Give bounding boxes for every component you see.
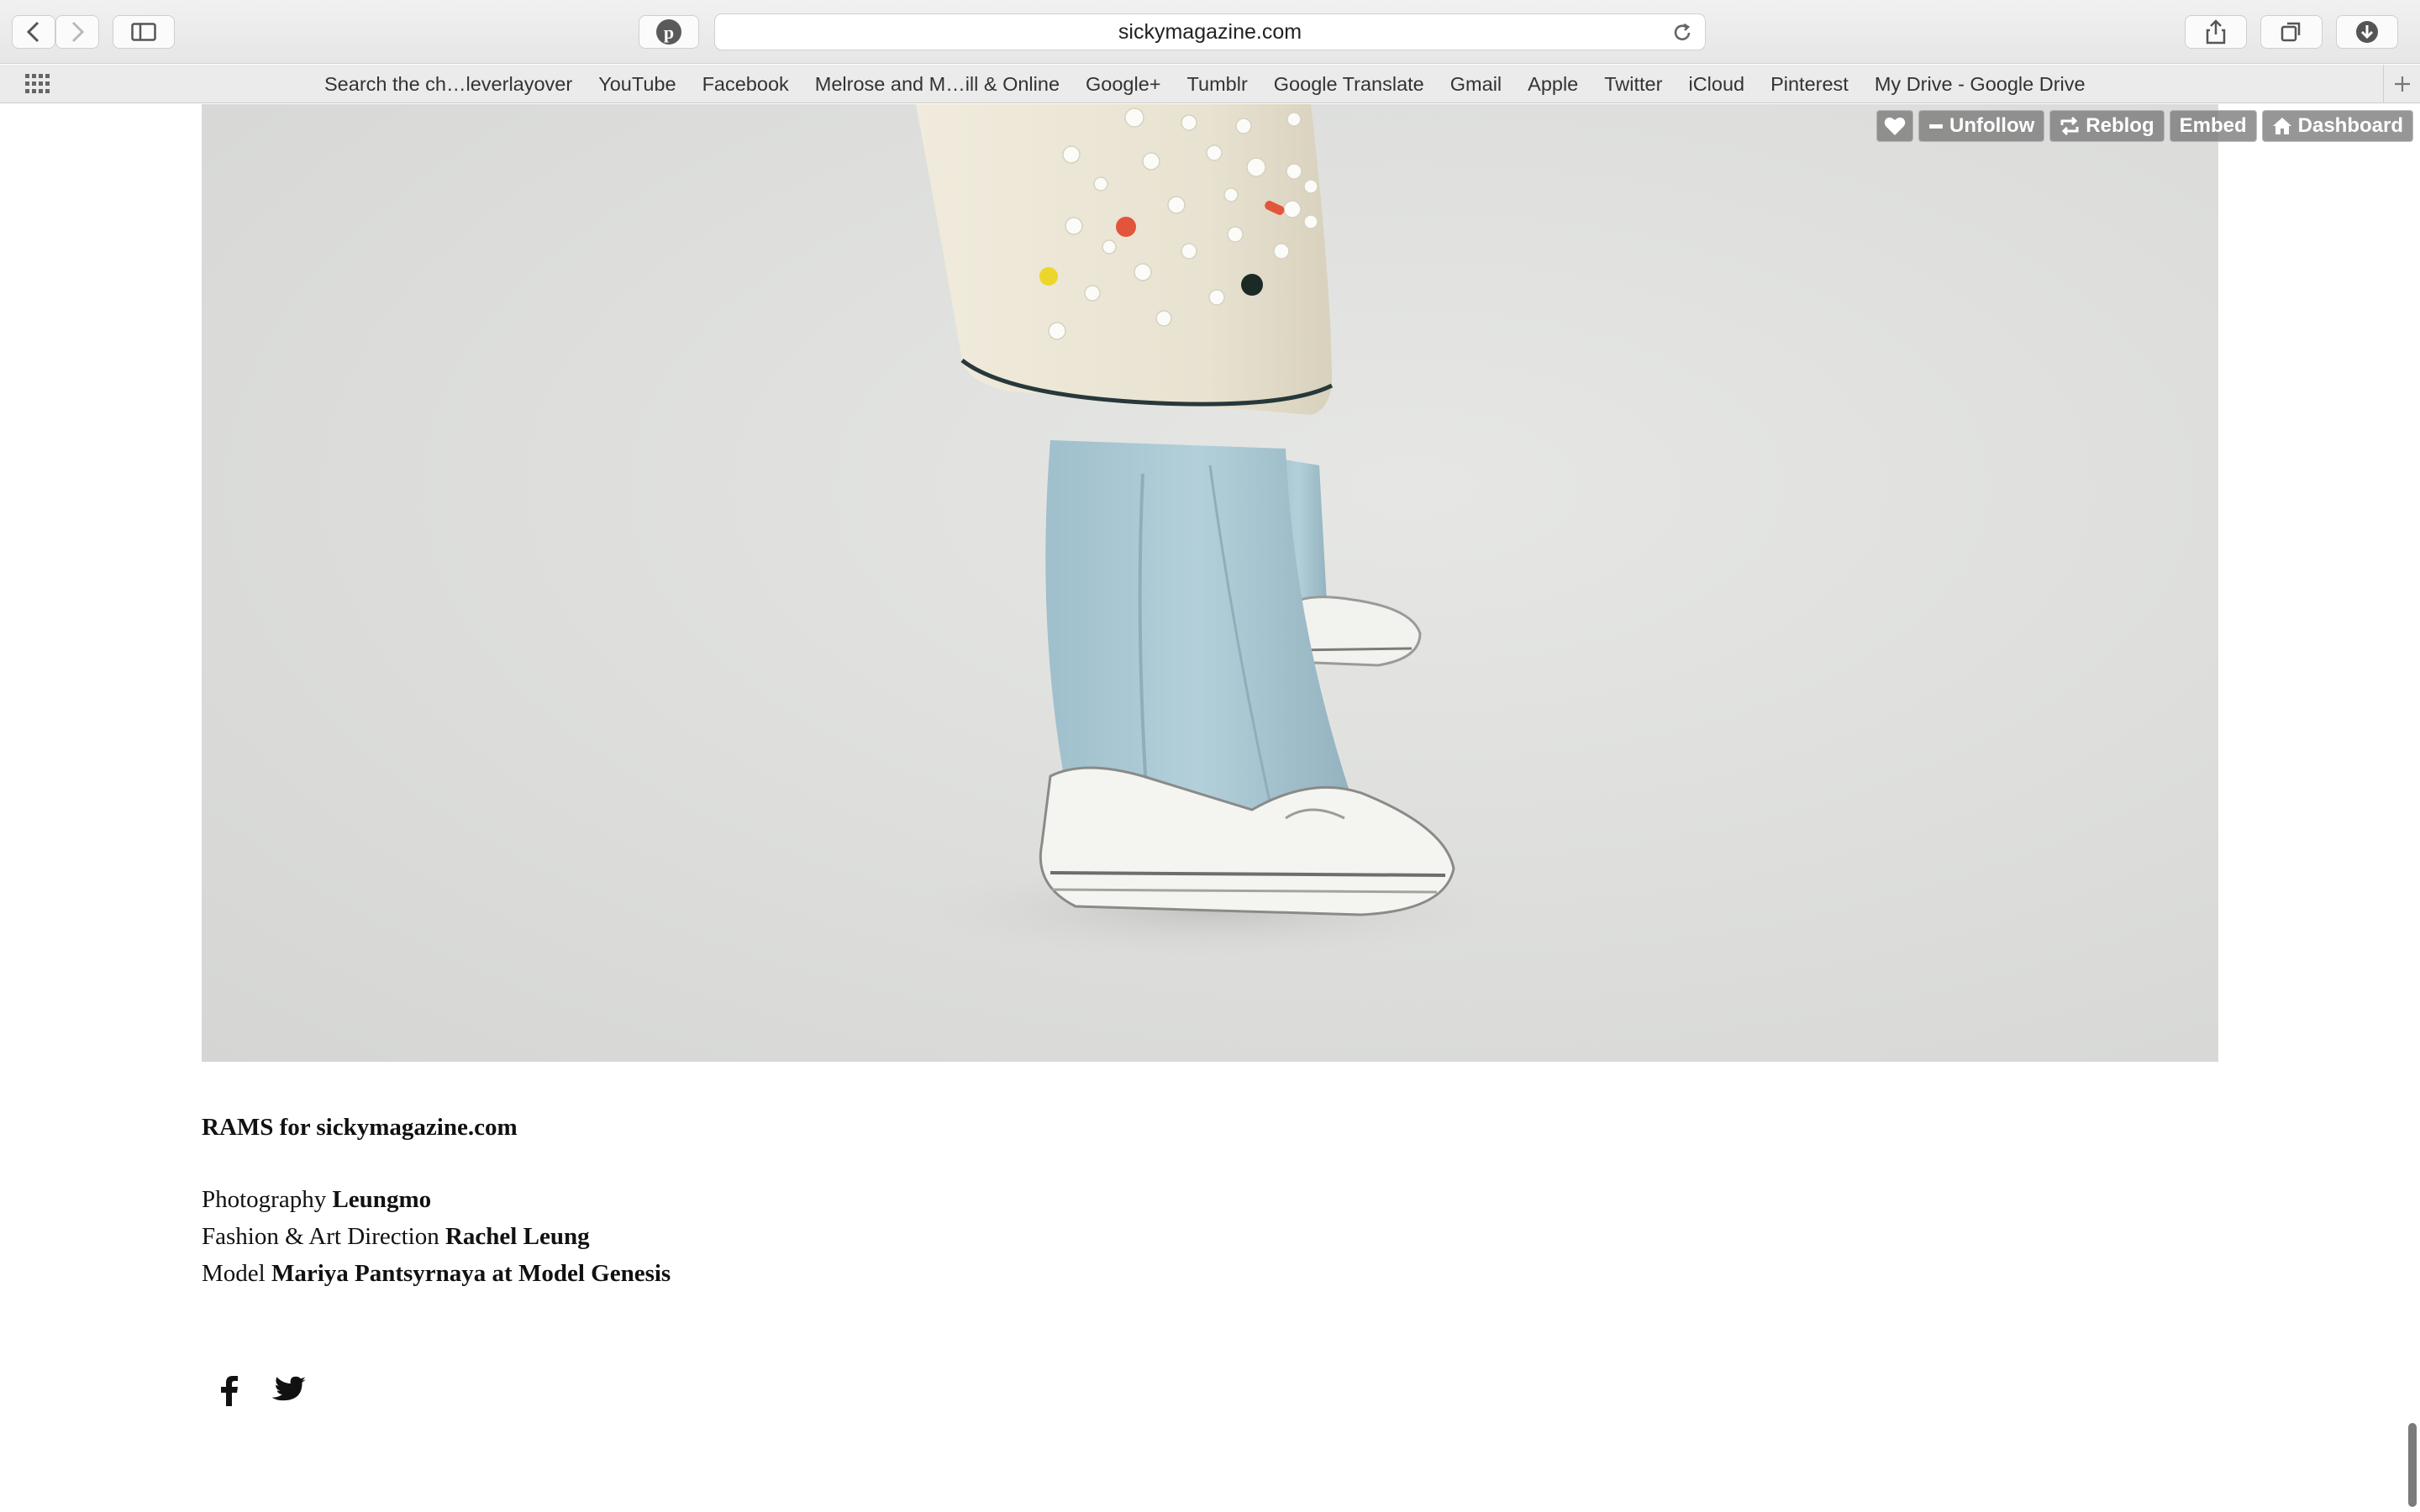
post-title: RAMS for sickymagazine.com — [202, 1114, 518, 1141]
reblog-label: Reblog — [2086, 114, 2154, 137]
bookmark-list: Search the ch…leverlayover YouTube Faceb… — [324, 65, 2086, 103]
forward-icon — [71, 21, 85, 43]
minus-icon — [1928, 124, 1943, 129]
credit-name: Leungmo — [332, 1186, 432, 1213]
bookmark-item[interactable]: Melrose and M…ill & Online — [815, 73, 1060, 96]
browser-toolbar: p sickymagazine.com — [0, 0, 2420, 64]
credit-role: Model — [202, 1260, 266, 1287]
tumblr-controls: Unfollow Reblog Embed Dashboard — [1876, 110, 2413, 142]
credit-name: Mariya Pantsyrnaya at Model Genesis — [271, 1260, 671, 1287]
back-button[interactable] — [12, 15, 55, 49]
bookmark-item[interactable]: Search the ch…leverlayover — [324, 73, 572, 96]
social-share — [220, 1376, 306, 1406]
bookmark-item[interactable]: Facebook — [702, 73, 789, 96]
bookmark-item[interactable]: My Drive - Google Drive — [1875, 73, 2086, 96]
sidebar-button[interactable] — [113, 15, 175, 49]
credit-name: Rachel Leung — [445, 1223, 590, 1250]
unfollow-label: Unfollow — [1949, 114, 2035, 137]
bookmark-item[interactable]: Apple — [1528, 73, 1578, 96]
fashion-photo-illustration — [908, 104, 1512, 961]
sidebar-icon — [131, 23, 156, 41]
bookmark-item[interactable]: YouTube — [598, 73, 676, 96]
page-scrollbar[interactable] — [2408, 1423, 2417, 1507]
bookmark-item[interactable]: Tumblr — [1187, 73, 1248, 96]
tabs-button[interactable] — [2260, 15, 2323, 49]
pinterest-icon: p — [656, 19, 681, 45]
credit-line: Fashion & Art Direction Rachel Leung — [202, 1218, 671, 1255]
credit-line: Model Mariya Pantsyrnaya at Model Genesi… — [202, 1255, 671, 1292]
plus-icon — [2394, 76, 2410, 92]
download-icon — [2356, 21, 2378, 43]
post-caption: RAMS for sickymagazine.com Photography L… — [202, 1110, 671, 1292]
bookmark-item[interactable]: iCloud — [1688, 73, 1744, 96]
tabs-icon — [2281, 22, 2301, 42]
post-photo — [202, 104, 2218, 1062]
dot-red — [1116, 217, 1136, 237]
credit-role: Fashion & Art Direction — [202, 1223, 439, 1250]
page-content: RAMS for sickymagazine.com Photography L… — [0, 104, 2420, 1512]
add-bookmark-button[interactable] — [2383, 65, 2420, 103]
downloads-button[interactable] — [2336, 15, 2398, 49]
dashboard-label: Dashboard — [2297, 114, 2403, 137]
reblog-button[interactable]: Reblog — [2049, 110, 2165, 142]
embed-label: Embed — [2179, 114, 2247, 137]
pinterest-button[interactable]: p — [639, 15, 699, 49]
svg-text:p: p — [664, 22, 674, 43]
heart-icon — [1884, 117, 1906, 135]
dashboard-button[interactable]: Dashboard — [2261, 110, 2413, 142]
bookmark-item[interactable]: Google Translate — [1274, 73, 1424, 96]
bookmarks-bar: Search the ch…leverlayover YouTube Faceb… — [0, 65, 2420, 103]
reload-icon[interactable] — [1671, 22, 1693, 44]
facebook-icon[interactable] — [220, 1376, 239, 1406]
post-credits: Photography Leungmo Fashion & Art Direct… — [202, 1181, 671, 1292]
back-icon — [26, 21, 39, 43]
forward-button[interactable] — [55, 15, 99, 49]
bookmark-item[interactable]: Twitter — [1604, 73, 1662, 96]
url-text: sickymagazine.com — [1118, 19, 1302, 44]
credit-role: Photography — [202, 1186, 327, 1213]
bookmark-item[interactable]: Pinterest — [1770, 73, 1849, 96]
bookmark-item[interactable]: Google+ — [1086, 73, 1161, 96]
apps-grid-icon[interactable] — [25, 74, 50, 94]
unfollow-button[interactable]: Unfollow — [1918, 110, 2045, 142]
address-bar[interactable]: sickymagazine.com — [714, 13, 1706, 50]
bookmark-item[interactable]: Gmail — [1450, 73, 1502, 96]
reblog-icon — [2060, 117, 2079, 135]
share-button[interactable] — [2185, 15, 2247, 49]
twitter-icon[interactable] — [269, 1376, 306, 1406]
home-icon — [2272, 118, 2291, 134]
like-button[interactable] — [1876, 110, 1913, 142]
embed-button[interactable]: Embed — [2169, 110, 2257, 142]
share-icon — [2206, 19, 2226, 45]
credit-line: Photography Leungmo — [202, 1181, 671, 1218]
